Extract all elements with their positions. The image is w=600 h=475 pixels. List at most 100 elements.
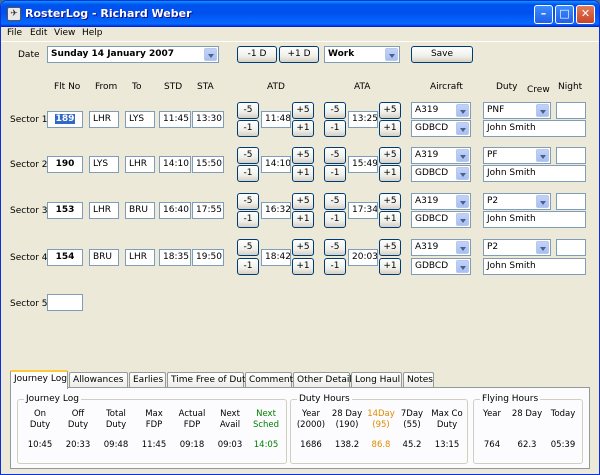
ata-plus5-button[interactable]: +5	[379, 102, 401, 119]
tab-time-free-of-duty[interactable]: Time Free of Duty	[167, 372, 251, 388]
chevron-down-icon[interactable]	[456, 213, 469, 226]
chevron-down-icon[interactable]	[536, 195, 549, 208]
chevron-down-icon[interactable]	[456, 195, 469, 208]
from-field[interactable]: LHR	[89, 111, 119, 128]
sta-field[interactable]: 17:55	[192, 202, 224, 219]
chevron-down-icon[interactable]	[456, 241, 469, 254]
crew-field[interactable]: John Smith	[483, 165, 586, 182]
duty-select[interactable]: P2	[483, 239, 551, 256]
menu-edit[interactable]: Edit	[30, 28, 47, 38]
chevron-down-icon[interactable]	[385, 48, 398, 61]
chevron-down-icon[interactable]	[536, 149, 549, 162]
ata-plus1-button[interactable]: +1	[379, 258, 401, 275]
ata-plus5-button[interactable]: +5	[379, 147, 401, 164]
tab-comments[interactable]: Comments	[245, 372, 298, 388]
atd-plus5-button[interactable]: +5	[292, 147, 314, 164]
flt-no-field[interactable]	[47, 294, 83, 311]
sta-field[interactable]: 13:30	[192, 111, 224, 128]
atd-plus5-button[interactable]: +5	[292, 239, 314, 256]
ata-minus1-button[interactable]: -1	[324, 120, 346, 137]
aircraft-type-select[interactable]: A319	[411, 147, 471, 164]
aircraft-type-select[interactable]: A319	[411, 193, 471, 210]
sta-field[interactable]: 15:50	[192, 156, 224, 173]
chevron-down-icon[interactable]	[456, 260, 469, 273]
aircraft-reg-select[interactable]: GDBCD	[411, 258, 471, 275]
aircraft-type-select[interactable]: A319	[411, 102, 471, 119]
sta-field[interactable]: 19:50	[192, 249, 224, 266]
ata-field[interactable]: 15:49	[348, 156, 378, 173]
tab-other-details[interactable]: Other Details	[293, 372, 357, 388]
ata-minus1-button[interactable]: -1	[324, 165, 346, 182]
ata-plus5-button[interactable]: +5	[379, 193, 401, 210]
minus-one-day-button[interactable]: -1 D	[237, 46, 277, 63]
night-field[interactable]	[556, 193, 586, 210]
ata-plus1-button[interactable]: +1	[379, 165, 401, 182]
minimize-icon[interactable]: –	[534, 5, 553, 24]
atd-minus5-button[interactable]: -5	[237, 239, 259, 256]
ata-minus5-button[interactable]: -5	[324, 147, 346, 164]
from-field[interactable]: LHR	[89, 202, 119, 219]
menu-file[interactable]: File	[7, 28, 22, 38]
date-picker[interactable]: Sunday 14 January 2007	[47, 46, 219, 63]
chevron-down-icon[interactable]	[456, 104, 469, 117]
chevron-down-icon[interactable]	[536, 241, 549, 254]
std-field[interactable]: 14:10	[159, 156, 191, 173]
duty-select[interactable]: P2	[483, 193, 551, 210]
ata-field[interactable]: 17:34	[348, 202, 378, 219]
maximize-icon[interactable]: □	[555, 5, 574, 24]
to-field[interactable]: BRU	[125, 202, 155, 219]
atd-minus5-button[interactable]: -5	[237, 193, 259, 210]
save-button[interactable]: Save	[411, 46, 473, 63]
ata-minus5-button[interactable]: -5	[324, 239, 346, 256]
atd-minus1-button[interactable]: -1	[237, 165, 259, 182]
aircraft-reg-select[interactable]: GDBCD	[411, 120, 471, 137]
title-bar[interactable]: ✈ RosterLog - Richard Weber – □ ✕	[1, 1, 599, 27]
flt-no-field[interactable]: 189	[47, 111, 83, 128]
ata-field[interactable]: 20:03	[348, 249, 378, 266]
aircraft-reg-select[interactable]: GDBCD	[411, 165, 471, 182]
atd-plus5-button[interactable]: +5	[292, 193, 314, 210]
menu-help[interactable]: Help	[82, 28, 103, 38]
tab-long-haul[interactable]: Long Haul	[351, 372, 402, 388]
chevron-down-icon[interactable]	[204, 48, 217, 61]
ata-plus1-button[interactable]: +1	[379, 120, 401, 137]
atd-minus5-button[interactable]: -5	[237, 147, 259, 164]
crew-field[interactable]: John Smith	[483, 120, 586, 137]
tab-earlies[interactable]: Earlies	[129, 372, 166, 388]
atd-minus1-button[interactable]: -1	[237, 211, 259, 228]
chevron-down-icon[interactable]	[456, 167, 469, 180]
chevron-down-icon[interactable]	[456, 122, 469, 135]
atd-minus1-button[interactable]: -1	[237, 258, 259, 275]
atd-minus5-button[interactable]: -5	[237, 102, 259, 119]
crew-field[interactable]: John Smith	[483, 211, 586, 228]
to-field[interactable]: LHR	[125, 249, 155, 266]
to-field[interactable]: LYS	[125, 111, 155, 128]
atd-field[interactable]: 18:42	[261, 249, 291, 266]
std-field[interactable]: 18:35	[159, 249, 191, 266]
flt-no-field[interactable]: 154	[47, 249, 83, 266]
day-type-select[interactable]: Work	[324, 46, 400, 63]
night-field[interactable]	[556, 102, 586, 119]
chevron-down-icon[interactable]	[456, 149, 469, 162]
aircraft-type-select[interactable]: A319	[411, 239, 471, 256]
atd-plus1-button[interactable]: +1	[292, 165, 314, 182]
ata-plus5-button[interactable]: +5	[379, 239, 401, 256]
tab-notes[interactable]: Notes	[403, 372, 434, 388]
close-icon[interactable]: ✕	[576, 5, 595, 24]
chevron-down-icon[interactable]	[536, 104, 549, 117]
atd-plus1-button[interactable]: +1	[292, 258, 314, 275]
crew-field[interactable]: John Smith	[483, 258, 586, 275]
atd-field[interactable]: 11:48	[261, 111, 291, 128]
tab-journey-log[interactable]: Journey Log	[10, 370, 68, 389]
duty-select[interactable]: PNF	[483, 102, 551, 119]
atd-plus1-button[interactable]: +1	[292, 211, 314, 228]
atd-plus1-button[interactable]: +1	[292, 120, 314, 137]
ata-minus5-button[interactable]: -5	[324, 102, 346, 119]
menu-view[interactable]: View	[54, 28, 75, 38]
tab-allowances[interactable]: Allowances	[69, 372, 128, 388]
ata-field[interactable]: 13:25	[348, 111, 378, 128]
plus-one-day-button[interactable]: +1 D	[279, 46, 319, 63]
aircraft-reg-select[interactable]: GDBCD	[411, 211, 471, 228]
night-field[interactable]	[556, 239, 586, 256]
ata-minus5-button[interactable]: -5	[324, 193, 346, 210]
